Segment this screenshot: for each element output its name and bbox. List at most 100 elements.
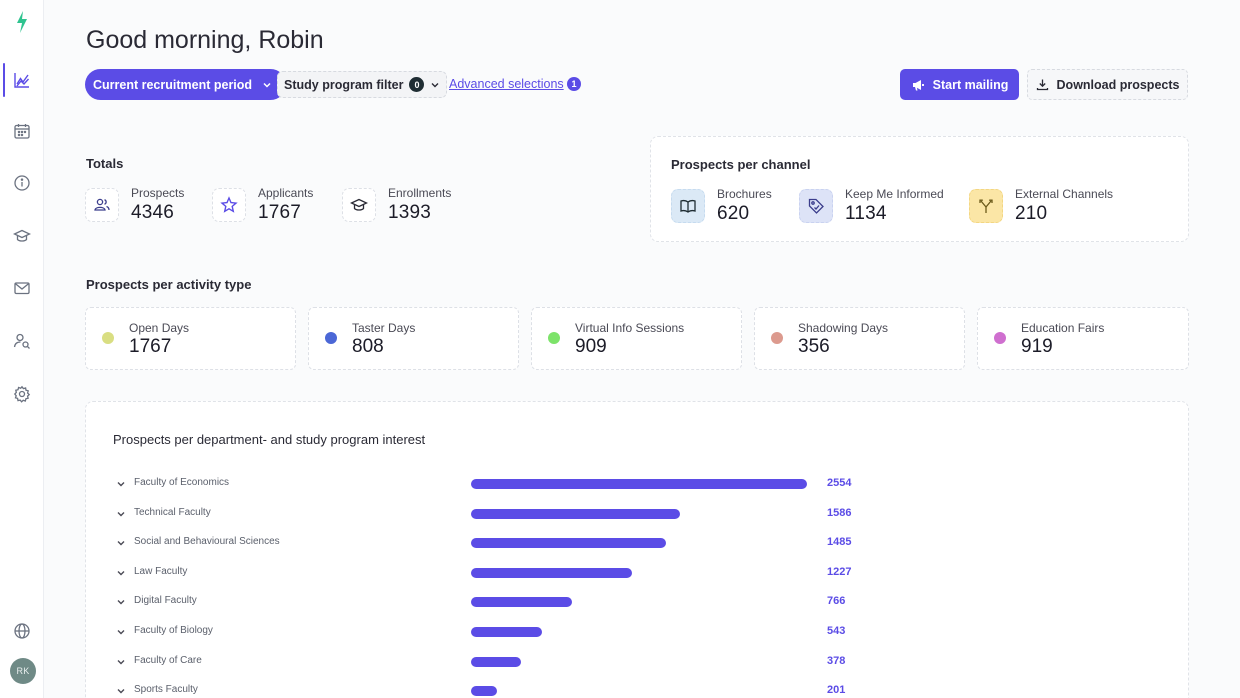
department-bar-track [471,686,807,697]
department-row[interactable]: Faculty of Care 378 [86,652,1190,672]
study-program-filter[interactable]: Study program filter 0 [277,71,448,98]
nav-info[interactable] [0,166,44,200]
activity-education-fairs: Education Fairs 919 [977,307,1189,370]
calendar-icon [14,124,30,139]
advanced-selections-link[interactable]: Advanced selections [449,77,564,91]
user-search-icon [13,333,30,349]
chevron-down-icon[interactable] [115,478,127,490]
activity-dot [102,332,114,344]
chart-line-icon [14,73,30,88]
department-name: Faculty of Care [134,654,202,666]
study-filter-count-badge: 0 [409,77,425,92]
download-prospects-label: Download prospects [1056,77,1180,92]
nav-language[interactable] [0,614,44,648]
department-row[interactable]: Social and Behavioural Sciences 1485 [86,533,1190,553]
advanced-selections-badge: 1 [567,77,581,91]
department-row[interactable]: Faculty of Economics 2554 [86,474,1190,494]
department-bar-track [471,538,807,549]
channel-keep-me-informed: Keep Me Informed 1134 [799,187,944,225]
start-mailing-label: Start mailing [932,77,1009,92]
department-row[interactable]: Faculty of Biology 543 [86,622,1190,642]
recruitment-period-dropdown[interactable]: Current recruitment period [85,69,287,100]
department-bar-track [471,597,807,608]
department-name: Technical Faculty [134,506,211,518]
activity-label: Taster Days [352,321,416,335]
metric-label: Enrollments [388,186,452,200]
channels-card: Prospects per channel Brochures 620 Keep… [650,136,1189,242]
department-value: 201 [827,684,846,697]
split-arrows-icon [969,189,1003,223]
page-title: Good morning, Robin [86,26,324,54]
activity-virtual-info-sessions: Virtual Info Sessions 909 [531,307,742,370]
mail-icon [14,282,30,295]
chevron-down-icon[interactable] [115,596,127,608]
recruitment-period-label: Current recruitment period [93,77,253,92]
department-bar [471,479,807,489]
department-bar [471,508,680,519]
star-icon [212,188,246,222]
department-value: 378 [827,654,846,667]
department-name: Faculty of Economics [134,477,230,488]
download-prospects-button[interactable]: Download prospects [1027,69,1188,100]
chevron-down-icon[interactable] [115,626,127,638]
chevron-down-icon[interactable] [115,508,127,520]
department-value: 1485 [827,536,852,549]
activity-open-days: Open Days 1767 [85,307,296,370]
department-value: 543 [827,625,846,637]
start-mailing-button[interactable]: Start mailing [900,69,1019,100]
chevron-down-icon[interactable] [115,537,127,549]
department-row[interactable]: Sports Faculty 201 [86,681,1190,698]
megaphone-icon [912,79,924,90]
department-bar-track [471,567,807,578]
chevron-down-icon[interactable] [115,567,127,579]
chevron-down-icon[interactable] [115,656,127,668]
department-row[interactable]: Technical Faculty 1586 [86,504,1190,524]
department-value: 1586 [827,506,852,519]
activity-dot [771,332,783,344]
nav-dashboard[interactable] [0,63,44,97]
nav-programs[interactable] [0,219,44,253]
departments-card: Prospects per department- and study prog… [85,401,1189,698]
activity-value: 909 [575,336,607,357]
department-value: 1227 [827,565,852,578]
channel-brochures: Brochures 620 [671,187,772,225]
department-bar-track [471,656,807,667]
nav-user-search[interactable] [0,324,44,358]
metric-value: 1767 [258,202,302,223]
department-name: Digital Faculty [134,595,197,607]
chevron-down-icon[interactable] [115,685,127,697]
metric-label: Brochures [717,187,772,201]
logo-icon[interactable] [12,10,32,34]
department-name: Sports Faculty [134,684,198,696]
study-program-filter-label: Study program filter [284,77,404,92]
channel-external: External Channels 210 [969,187,1113,225]
metric-value: 4346 [131,202,175,223]
department-row[interactable]: Digital Faculty 766 [86,592,1190,612]
tag-icon [799,189,833,223]
department-row[interactable]: Law Faculty 1227 [86,563,1190,583]
activity-shadowing-days: Shadowing Days 356 [754,307,965,370]
activity-label: Virtual Info Sessions [575,321,685,335]
book-icon [671,189,705,223]
activities-title: Prospects per activity type [86,277,252,292]
nav-settings[interactable] [0,377,44,411]
department-value: 2554 [827,477,852,489]
totals-applicants: Applicants 1767 [212,186,313,224]
department-bar-track [471,508,807,519]
totals-prospects: Prospects 4346 [85,186,184,224]
nav-calendar[interactable] [0,114,44,148]
avatar[interactable]: RK [10,658,36,684]
department-bar [471,597,572,608]
department-bar [471,686,497,697]
chevron-down-icon [263,82,271,88]
graduation-cap-icon [13,229,31,242]
graduation-cap-icon [342,188,376,222]
channels-title: Prospects per channel [671,157,811,172]
activity-value: 356 [798,336,830,357]
nav-mail[interactable] [0,271,44,305]
department-bar [471,538,666,549]
department-name: Faculty of Biology [134,625,213,636]
activity-value: 1767 [129,336,172,357]
totals-enrollments: Enrollments 1393 [342,186,451,224]
chevron-down-icon [431,82,439,87]
